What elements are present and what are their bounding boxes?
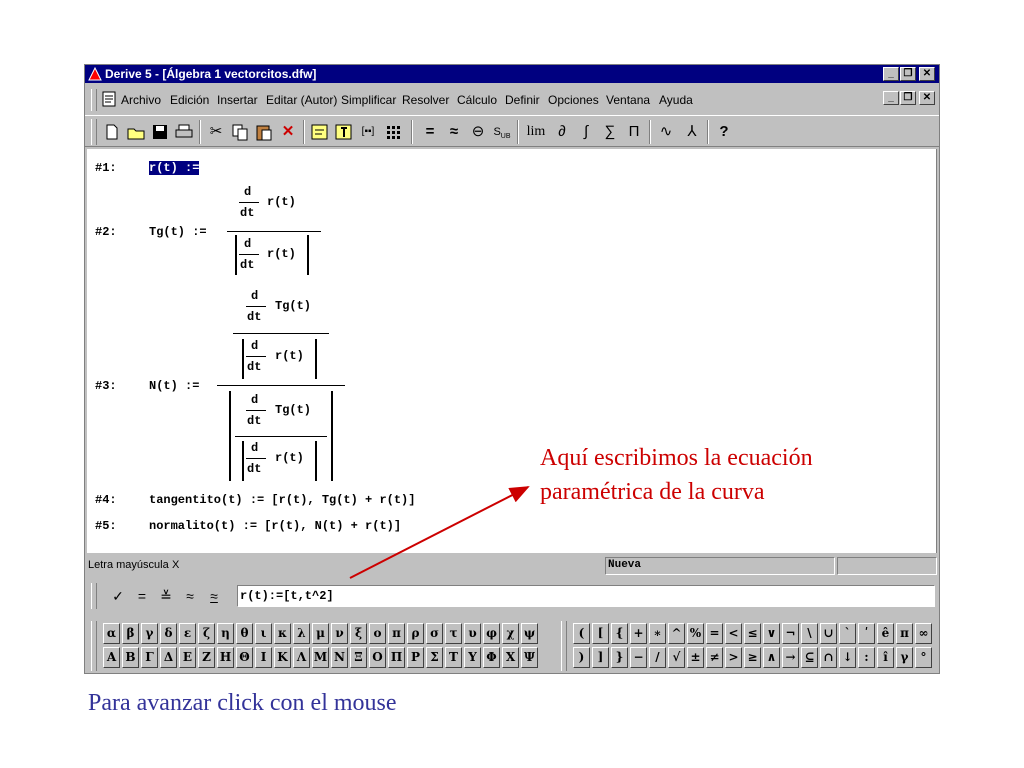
annotation-arrow — [349, 486, 530, 579]
footer-instruction: Para avanzar click con el mouse — [88, 690, 397, 716]
